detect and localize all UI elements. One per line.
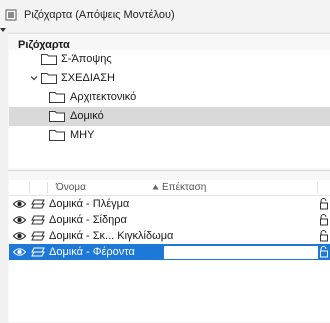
divider [8,170,330,171]
unlocked-lock-icon[interactable] [319,230,329,242]
tree-item-label: ΣΧΕΔΙΑΣΗ [61,72,115,84]
layer-name: Δομικά - Πλέγμα [49,198,130,210]
tree-item-label: Σ-Άποψης [61,53,112,65]
layer-name: Δομικά - Σίδηρα [49,214,127,226]
tree-item-s-apopsis[interactable]: Σ-Άποψης [9,50,330,69]
layer-row[interactable]: Δομικά - Σκ... Κιγκλίδωμα [9,228,330,244]
eye-visibility-icon[interactable] [13,231,26,241]
chevron-down-icon[interactable] [29,73,39,83]
collapse-arrow-icon[interactable] [0,28,6,32]
grid-header: Όνομα Επέκταση [9,180,330,196]
layers-app-icon [5,9,17,21]
layer-stack-icon [31,231,45,241]
unlocked-lock-icon[interactable] [319,246,329,258]
layer-name: Δομικά - Σκ... Κιγκλίδωμα [49,230,174,242]
unlocked-lock-icon[interactable] [319,214,329,226]
eye-visibility-icon[interactable] [13,215,26,225]
tree-item-schediasi[interactable]: ΣΧΕΔΙΑΣΗ [9,69,330,88]
column-divider [317,182,318,193]
extension-edit-field[interactable] [163,245,319,260]
eye-visibility-icon[interactable] [13,199,26,209]
layer-name: Δομικά - Φέροντα [49,246,135,258]
layer-row[interactable]: Δομικά - Πλέγμα [9,196,330,212]
tree-item-domiko[interactable]: Δομικό [9,107,330,126]
title-bar: Ριζόχαρτα (Απόψεις Μοντέλου) [0,0,330,32]
column-header-extension[interactable]: Επέκταση [162,182,206,193]
unlocked-lock-icon[interactable] [319,198,329,210]
tree-item-label: Αρχιτεκτονικό [70,91,137,103]
layer-stack-icon [31,247,45,257]
layers-grid: Όνομα Επέκταση Δομικά - Πλέγμα Δομικά - … [9,180,330,322]
eye-visibility-icon[interactable] [13,247,26,257]
folder-icon [49,92,65,103]
sort-ascending-icon [152,184,159,190]
layer-stack-icon [31,199,45,209]
layer-row[interactable]: Δομικά - Σίδηρα [9,212,330,228]
folder-icon [41,54,57,65]
window-title: Ριζόχαρτα (Απόψεις Μοντέλου) [24,9,175,21]
column-header-name[interactable]: Όνομα [56,182,86,193]
folder-icon [41,73,57,84]
column-divider [29,182,30,193]
layer-row-selected[interactable]: Δομικά - Φέροντα [9,244,330,260]
tree-item-mhy[interactable]: ΜΗΥ [9,126,330,145]
tree-item-label: Δομικό [70,110,104,122]
folder-icon [49,111,65,122]
folder-icon [49,130,65,141]
tree-item-architektoniko[interactable]: Αρχιτεκτονικό [9,88,330,107]
tree-item-label: ΜΗΥ [70,129,95,141]
column-divider [47,182,48,193]
layer-stack-icon [31,215,45,225]
layer-folder-tree: Σ-Άποψης ΣΧΕΔΙΑΣΗ Αρχιτεκτονικό Δομικό Μ… [9,50,330,168]
